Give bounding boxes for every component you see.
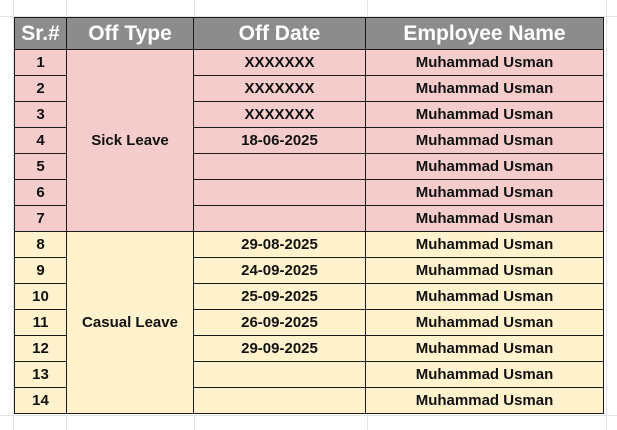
off-date-cell[interactable] xyxy=(193,179,366,206)
sr-cell[interactable]: 5 xyxy=(14,153,67,180)
sr-cell[interactable]: 12 xyxy=(14,335,67,362)
header-sr[interactable]: Sr.# xyxy=(14,17,67,50)
off-type-cell-sick[interactable]: Sick Leave xyxy=(66,49,194,232)
employee-name-cell[interactable]: Muhammad Usman xyxy=(365,127,604,154)
sr-cell[interactable]: 3 xyxy=(14,101,67,128)
sr-cell[interactable]: 4 xyxy=(14,127,67,154)
employee-name-cell[interactable]: Muhammad Usman xyxy=(365,49,604,76)
employee-name-cell[interactable]: Muhammad Usman xyxy=(365,101,604,128)
off-type-cell-casual[interactable]: Casual Leave xyxy=(66,231,194,414)
employee-name-cell[interactable]: Muhammad Usman xyxy=(365,257,604,284)
off-date-cell[interactable]: 29-08-2025 xyxy=(193,231,366,258)
employee-name-cell[interactable]: Muhammad Usman xyxy=(365,309,604,336)
employee-name-cell[interactable]: Muhammad Usman xyxy=(365,335,604,362)
employee-name-cell[interactable]: Muhammad Usman xyxy=(365,387,604,414)
header-off-type[interactable]: Off Type xyxy=(66,17,194,50)
off-date-cell[interactable]: XXXXXXX xyxy=(193,101,366,128)
off-date-cell[interactable]: XXXXXXX xyxy=(193,75,366,102)
sr-cell[interactable]: 6 xyxy=(14,179,67,206)
off-date-cell[interactable]: 24-09-2025 xyxy=(193,257,366,284)
table-row: 8 Casual Leave 29-08-2025 Muhammad Usman xyxy=(14,231,604,414)
employee-name-cell[interactable]: Muhammad Usman xyxy=(365,283,604,310)
header-row: Sr.# Off Type Off Date Employee Name xyxy=(14,17,604,50)
off-date-cell[interactable] xyxy=(193,361,366,388)
header-off-date[interactable]: Off Date xyxy=(193,17,366,50)
employee-name-cell[interactable]: Muhammad Usman xyxy=(365,231,604,258)
off-date-cell[interactable]: 29-09-2025 xyxy=(193,335,366,362)
off-date-cell[interactable] xyxy=(193,205,366,232)
employee-name-cell[interactable]: Muhammad Usman xyxy=(365,205,604,232)
off-date-cell[interactable]: 26-09-2025 xyxy=(193,309,366,336)
employee-name-cell[interactable]: Muhammad Usman xyxy=(365,361,604,388)
off-date-cell[interactable]: 25-09-2025 xyxy=(193,283,366,310)
sr-cell[interactable]: 11 xyxy=(14,309,67,336)
sr-cell[interactable]: 1 xyxy=(14,49,67,76)
sr-cell[interactable]: 13 xyxy=(14,361,67,388)
off-date-cell[interactable] xyxy=(193,387,366,414)
sr-cell[interactable]: 2 xyxy=(14,75,67,102)
sr-cell[interactable]: 10 xyxy=(14,283,67,310)
table-row: 1 Sick Leave XXXXXXX Muhammad Usman xyxy=(14,49,604,232)
sr-cell[interactable]: 14 xyxy=(14,387,67,414)
employee-name-cell[interactable]: Muhammad Usman xyxy=(365,153,604,180)
employee-name-cell[interactable]: Muhammad Usman xyxy=(365,179,604,206)
sr-cell[interactable]: 7 xyxy=(14,205,67,232)
employee-name-cell[interactable]: Muhammad Usman xyxy=(365,75,604,102)
sr-cell[interactable]: 9 xyxy=(14,257,67,284)
sr-cell[interactable]: 8 xyxy=(14,231,67,258)
off-date-cell[interactable]: XXXXXXX xyxy=(193,49,366,76)
off-date-cell[interactable]: 18-06-2025 xyxy=(193,127,366,154)
leave-table: Sr.# Off Type Off Date Employee Name 1 S… xyxy=(14,17,604,414)
off-date-cell[interactable] xyxy=(193,153,366,180)
header-employee-name[interactable]: Employee Name xyxy=(365,17,604,50)
